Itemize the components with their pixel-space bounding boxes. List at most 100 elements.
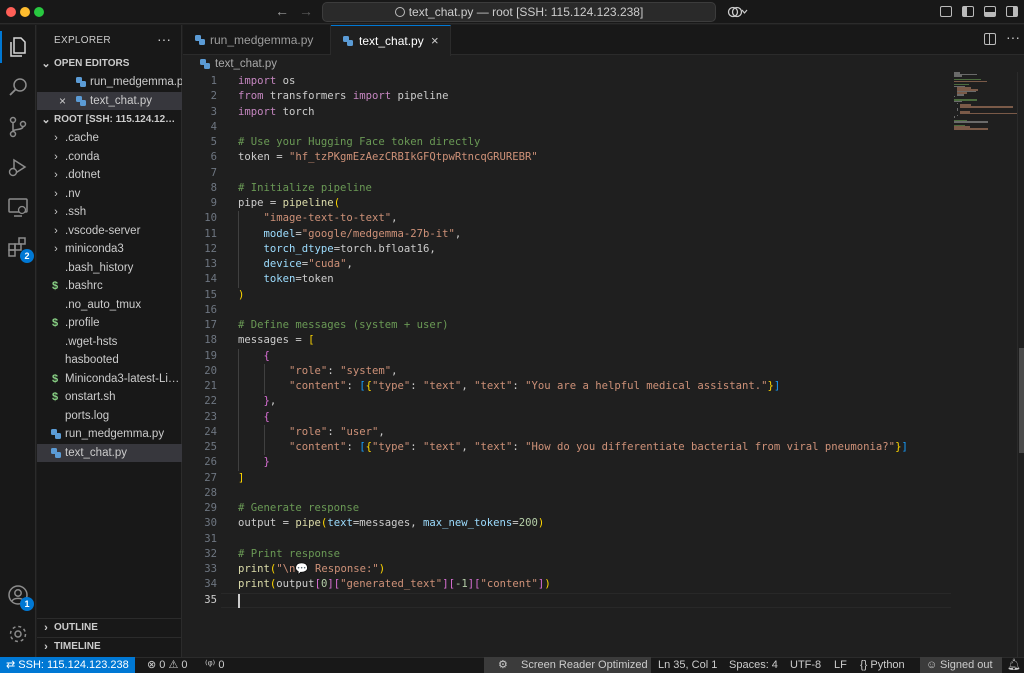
code-line[interactable]: 33 print("\n💬 Response:") — [183, 562, 963, 577]
folder-item[interactable]: › .ssh — [37, 203, 182, 221]
code-line[interactable]: 21 "content": [{"type": "text", "text": … — [183, 379, 963, 394]
code-line[interactable]: 28 — [183, 486, 963, 501]
breadcrumb-file[interactable]: text_chat.py — [215, 56, 277, 72]
maximize-window-button[interactable] — [34, 7, 44, 17]
bell-icon[interactable]: 🔔︎ — [1007, 658, 1021, 673]
folder-item[interactable]: › .cache — [37, 129, 182, 147]
outline-header[interactable]: › OUTLINE — [37, 618, 182, 636]
code-line[interactable]: 24 "role": "user", — [183, 425, 963, 440]
code-line[interactable]: 3 import torch — [183, 105, 963, 120]
file-item[interactable]: $ onstart.sh — [37, 388, 182, 406]
gear-icon[interactable] — [6, 622, 30, 646]
extensions-icon[interactable]: 2 — [6, 235, 34, 263]
file-item[interactable]: run_medgemma.py — [37, 425, 182, 443]
language-mode[interactable]: {} Python — [860, 658, 905, 673]
file-item[interactable]: hasbooted — [37, 351, 182, 369]
toggle-panel-icon[interactable] — [962, 6, 974, 17]
open-editor-item-run-medgemma[interactable]: run_medgemma.py — [37, 73, 182, 91]
close-window-button[interactable] — [6, 7, 16, 17]
code-line[interactable]: 25 "content": [{"type": "text", "text": … — [183, 440, 963, 455]
code-line[interactable]: 13 device="cuda", — [183, 257, 963, 272]
file-item[interactable]: text_chat.py — [37, 444, 182, 462]
problems-indicator[interactable]: ⊗ 0 ⚠ 0 — [147, 658, 188, 673]
code-line[interactable]: 2 from transformers import pipeline — [183, 89, 963, 104]
more-actions-icon[interactable]: ··· — [157, 31, 171, 47]
code-line[interactable]: 27] — [183, 471, 963, 486]
editor-scrollbar[interactable] — [1017, 72, 1024, 657]
remote-explorer-icon[interactable] — [6, 195, 30, 219]
search-icon[interactable] — [6, 75, 30, 99]
file-item[interactable]: $ .profile — [37, 314, 182, 332]
copilot-icon[interactable] — [727, 4, 749, 20]
code-line[interactable]: 4 — [183, 120, 963, 135]
source-control-icon[interactable] — [6, 115, 30, 139]
screen-reader-indicator[interactable]: ⚙ Screen Reader Optimized — [484, 657, 651, 673]
code-line[interactable]: 31 — [183, 532, 963, 547]
split-editor-icon[interactable] — [984, 33, 996, 45]
close-icon[interactable]: × — [431, 26, 439, 56]
code-line[interactable]: 34 print(output[0]["generated_text"][-1][… — [183, 577, 963, 592]
code-line[interactable]: 7 — [183, 166, 963, 181]
code-line[interactable]: 10 "image-text-to-text", — [183, 211, 963, 226]
code-line[interactable]: 12 torch_dtype=torch.bfloat16, — [183, 242, 963, 257]
code-line[interactable]: 1 import os — [183, 74, 963, 89]
file-item[interactable]: ports.log — [37, 407, 182, 425]
file-item[interactable]: .no_auto_tmux — [37, 296, 182, 314]
file-item[interactable]: $Miniconda3-latest-Linux-x86_64.sh — [37, 370, 182, 388]
customize-layout-icon[interactable] — [1006, 6, 1018, 17]
file-item[interactable]: .bash_history — [37, 259, 182, 277]
code-line[interactable]: 32 # Print response — [183, 547, 963, 562]
minimap[interactable] — [950, 72, 1018, 132]
code-line[interactable]: 30 output = pipe(text=messages, max_new_t… — [183, 516, 963, 531]
account-icon[interactable]: 1 — [6, 583, 34, 611]
toggle-primary-sidebar-icon[interactable] — [940, 6, 952, 17]
folder-item[interactable]: › .conda — [37, 148, 182, 166]
tab-run-medgemma[interactable]: run_medgemma.py — [183, 25, 331, 55]
code-line[interactable]: 5 # Use your Hugging Face token directly — [183, 135, 963, 150]
scroll-thumb[interactable] — [1019, 348, 1024, 453]
code-line[interactable]: 17 # Define messages (system + user) — [183, 318, 963, 333]
code-line[interactable]: 11 model="google/medgemma-27b-it", — [183, 227, 963, 242]
file-item[interactable]: $ .bashrc — [37, 277, 182, 295]
code-line[interactable]: 26 } — [183, 455, 963, 470]
code-line[interactable]: 14 token=token — [183, 272, 963, 287]
toggle-secondary-sidebar-icon[interactable] — [984, 6, 996, 17]
code-line[interactable]: 8 # Initialize pipeline — [183, 181, 963, 196]
open-editor-item-text-chat[interactable]: × text_chat.py — [37, 92, 182, 110]
code-line[interactable]: 9 pipe = pipeline( — [183, 196, 963, 211]
run-debug-icon[interactable] — [6, 155, 30, 179]
encoding[interactable]: UTF-8 — [790, 658, 821, 673]
code-line[interactable]: 18 messages = [ — [183, 333, 963, 348]
remote-indicator[interactable]: ⇄ SSH: 115.124.123.238 — [0, 657, 135, 673]
code-line[interactable]: 35 — [183, 592, 963, 608]
folder-item[interactable]: › .nv — [37, 185, 182, 203]
files-icon[interactable] — [0, 31, 30, 63]
code-line[interactable]: 15) — [183, 288, 963, 303]
open-editors-header[interactable]: ⌄ OPEN EDITORS — [37, 55, 182, 73]
ports-indicator[interactable]: ⁽ᵠ⁾ 0 — [205, 658, 224, 673]
file-item[interactable]: .wget-hsts — [37, 333, 182, 351]
folder-item[interactable]: › miniconda3 — [37, 240, 182, 258]
end-of-line[interactable]: LF — [834, 658, 847, 673]
arrow-left-icon[interactable]: ← — [275, 3, 289, 19]
cursor-position[interactable]: Ln 35, Col 1 — [658, 658, 717, 673]
code-line[interactable]: 16 — [183, 303, 963, 318]
code-editor[interactable]: 1 import os 2 from transformers import pipe… — [183, 72, 1024, 657]
code-line[interactable]: 29 # Generate response — [183, 501, 963, 516]
code-line[interactable]: 23 { — [183, 410, 963, 425]
timeline-header[interactable]: › TIMELINE — [37, 637, 182, 655]
indentation[interactable]: Spaces: 4 — [729, 658, 778, 673]
arrow-right-icon[interactable]: → — [299, 3, 313, 19]
code-line[interactable]: 22 }, — [183, 394, 963, 409]
code-line[interactable]: 19 { — [183, 349, 963, 364]
folder-item[interactable]: › .dotnet — [37, 166, 182, 184]
code-line[interactable]: 20 "role": "system", — [183, 364, 963, 379]
tab-text-chat[interactable]: text_chat.py × — [331, 25, 451, 56]
more-actions-icon[interactable]: ··· — [1006, 29, 1020, 45]
root-folder-header[interactable]: ⌄ ROOT [SSH: 115.124.123.238] — [37, 111, 182, 129]
command-center[interactable]: text_chat.py — root [SSH: 115.124.123.23… — [322, 2, 716, 22]
code-line[interactable]: 6 token = "hf_tzPKgmEzAezCRBIkGFQtpwRtncq… — [183, 150, 963, 165]
folder-item[interactable]: › .vscode-server — [37, 222, 182, 240]
close-icon[interactable]: × — [59, 92, 66, 110]
minimize-window-button[interactable] — [20, 7, 30, 17]
